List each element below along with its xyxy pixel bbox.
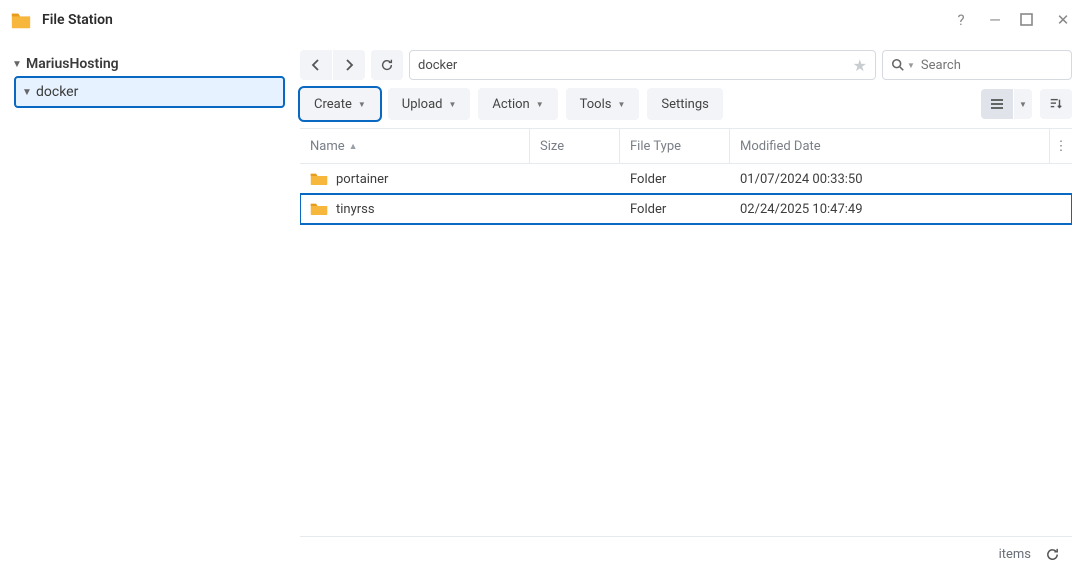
sidebar: ▼ MariusHosting ▼ docker — [0, 40, 290, 572]
close-icon[interactable]: ✕ — [1054, 11, 1072, 29]
column-name-label: Name — [310, 139, 345, 154]
action-button[interactable]: Action ▼ — [478, 88, 557, 120]
nav-group — [300, 50, 365, 80]
row-name: portainer — [336, 172, 388, 187]
grid-header: Name ▲ Size File Type Modified Date ⋮ — [300, 128, 1072, 164]
chevron-right-icon — [344, 59, 354, 71]
grid-body: portainer Folder 01/07/2024 00:33:50 tin… — [300, 164, 1072, 536]
caret-down-icon: ▼ — [536, 100, 544, 109]
help-icon[interactable]: ? — [952, 11, 970, 29]
column-menu-button[interactable]: ⋮ — [1050, 129, 1072, 163]
upload-button[interactable]: Upload ▼ — [388, 88, 471, 120]
path-input[interactable] — [418, 58, 853, 73]
caret-down-icon: ▼ — [617, 100, 625, 109]
refresh-button[interactable] — [371, 50, 403, 80]
tree-item-label: docker — [36, 84, 78, 100]
sort-icon — [1049, 97, 1063, 111]
window-controls: ? — ✕ — [952, 11, 1072, 29]
row-name: tinyrss — [336, 202, 375, 217]
row-date: 01/07/2024 00:33:50 — [740, 172, 863, 187]
favorite-star-icon[interactable]: ★ — [853, 56, 867, 75]
caret-down-icon: ▼ — [449, 100, 457, 109]
column-header-name[interactable]: Name ▲ — [300, 129, 530, 163]
column-header-type[interactable]: File Type — [620, 129, 730, 163]
action-toolbar: Create ▼ Upload ▼ Action ▼ Tools ▼ Setti… — [300, 88, 1072, 120]
create-button[interactable]: Create ▼ — [300, 88, 380, 120]
list-view-button[interactable] — [981, 89, 1013, 119]
search-input[interactable] — [921, 58, 1082, 73]
view-dropdown-button[interactable]: ▼ — [1014, 89, 1032, 119]
sort-button[interactable] — [1040, 89, 1072, 119]
caret-down-icon: ▼ — [22, 87, 36, 98]
action-label: Action — [492, 97, 529, 112]
upload-label: Upload — [402, 97, 443, 112]
column-header-size[interactable]: Size — [530, 129, 620, 163]
row-type: Folder — [630, 202, 666, 217]
table-row[interactable]: tinyrss Folder 02/24/2025 10:47:49 — [300, 194, 1072, 224]
back-button[interactable] — [300, 50, 332, 80]
footer-refresh-button[interactable] — [1045, 547, 1060, 562]
items-label: items — [999, 547, 1031, 562]
column-type-label: File Type — [630, 139, 681, 154]
column-date-label: Modified Date — [740, 139, 821, 154]
row-date: 02/24/2025 10:47:49 — [740, 202, 863, 217]
folder-icon — [310, 202, 328, 216]
maximize-icon[interactable] — [1020, 13, 1038, 26]
create-label: Create — [314, 97, 352, 112]
column-header-date[interactable]: Modified Date — [730, 129, 1050, 163]
caret-down-icon: ▼ — [1019, 100, 1027, 109]
app-title: File Station — [42, 12, 952, 28]
tree-root-label: MariusHosting — [26, 56, 119, 72]
tools-label: Tools — [580, 97, 612, 112]
row-type: Folder — [630, 172, 666, 187]
minimize-icon[interactable]: — — [986, 11, 1004, 29]
path-field[interactable]: ★ — [409, 50, 876, 80]
app-folder-icon — [10, 9, 32, 31]
main-layout: ▼ MariusHosting ▼ docker — [0, 40, 1082, 572]
tree-item-docker[interactable]: ▼ docker — [16, 78, 283, 106]
caret-down-icon: ▼ — [358, 100, 366, 109]
titlebar: File Station ? — ✕ — [0, 0, 1082, 40]
folder-icon — [310, 172, 328, 186]
column-size-label: Size — [540, 139, 564, 154]
caret-down-icon[interactable]: ▼ — [907, 61, 915, 70]
caret-down-icon: ▼ — [12, 59, 26, 70]
nav-toolbar: ★ ▼ — [300, 50, 1072, 80]
search-field[interactable]: ▼ — [882, 50, 1072, 80]
tree-root[interactable]: ▼ MariusHosting — [6, 50, 283, 78]
settings-button[interactable]: Settings — [647, 88, 722, 120]
list-icon — [990, 98, 1004, 110]
content-area: ★ ▼ Create ▼ Upload ▼ Action ▼ — [290, 40, 1082, 572]
forward-button[interactable] — [333, 50, 365, 80]
refresh-icon — [1045, 547, 1060, 562]
settings-label: Settings — [661, 97, 708, 112]
refresh-icon — [380, 58, 394, 72]
status-bar: items — [300, 536, 1072, 572]
sort-asc-icon: ▲ — [349, 141, 358, 152]
search-icon — [891, 58, 905, 72]
view-mode-group: ▼ — [981, 89, 1032, 119]
chevron-left-icon — [311, 59, 321, 71]
tools-button[interactable]: Tools ▼ — [566, 88, 640, 120]
table-row[interactable]: portainer Folder 01/07/2024 00:33:50 — [300, 164, 1072, 194]
